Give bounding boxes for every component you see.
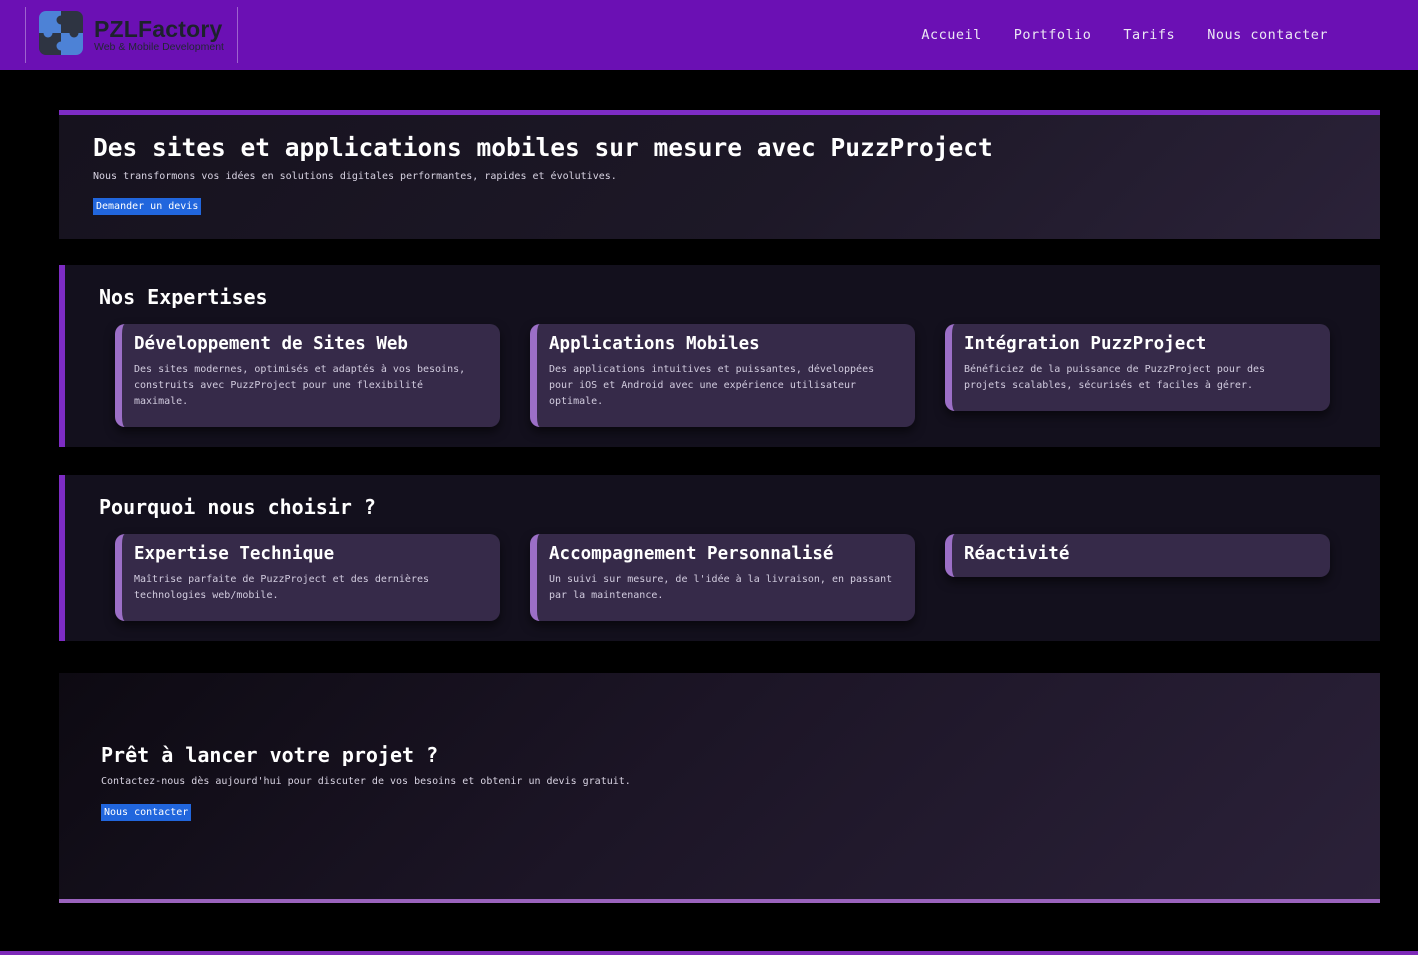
cta-subtitle: Contactez-nous dès aujourd'hui pour disc… (101, 775, 1340, 788)
expertises-title: Nos Expertises (99, 285, 1380, 309)
hero-section: Des sites et applications mobiles sur me… (59, 110, 1380, 239)
why-us-title: Pourquoi nous choisir ? (99, 495, 1380, 519)
card-applications-mobiles: Applications Mobiles Des applications in… (530, 324, 915, 427)
nav-item-nous-contacter[interactable]: Nous contacter (1207, 27, 1328, 43)
hero-cta-link[interactable]: Demander un devis (93, 198, 201, 215)
card-description: Maîtrise parfaite de PuzzProject et des … (134, 572, 482, 604)
puzzle-icon (39, 11, 83, 59)
card-integration-puzzproject: Intégration PuzzProject Bénéficiez de la… (945, 324, 1330, 411)
logo[interactable]: PZLFactory Web & Mobile Development (25, 7, 238, 63)
card-expertise-technique: Expertise Technique Maîtrise parfaite de… (115, 534, 500, 621)
main-nav: Accueil Portfolio Tarifs Nous contacter (921, 27, 1328, 43)
nav-item-portfolio[interactable]: Portfolio (1014, 27, 1092, 43)
site-header: PZLFactory Web & Mobile Development Accu… (0, 0, 1418, 70)
card-title: Applications Mobiles (549, 334, 897, 355)
card-accompagnement-personnalise: Accompagnement Personnalisé Un suivi sur… (530, 534, 915, 621)
card-description: Un suivi sur mesure, de l'idée à la livr… (549, 572, 897, 604)
footer-divider (0, 951, 1418, 955)
card-title: Expertise Technique (134, 544, 482, 565)
logo-title: PZLFactory (94, 17, 224, 41)
expertises-section: Nos Expertises Développement de Sites We… (59, 265, 1380, 447)
logo-subtitle: Web & Mobile Development (94, 41, 224, 53)
page-main: Des sites et applications mobiles sur me… (0, 110, 1418, 903)
nav-item-accueil[interactable]: Accueil (921, 27, 981, 43)
card-title: Accompagnement Personnalisé (549, 544, 897, 565)
card-description: Des sites modernes, optimisés et adaptés… (134, 362, 482, 410)
cta-contact-link[interactable]: Nous contacter (101, 804, 191, 821)
why-us-section: Pourquoi nous choisir ? Expertise Techni… (59, 475, 1380, 641)
expertises-cards: Développement de Sites Web Des sites mod… (115, 324, 1330, 427)
card-title: Réactivité (964, 544, 1312, 565)
card-title: Intégration PuzzProject (964, 334, 1312, 355)
card-description: Des applications intuitives et puissante… (549, 362, 897, 410)
card-developpement-sites-web: Développement de Sites Web Des sites mod… (115, 324, 500, 427)
hero-title: Des sites et applications mobiles sur me… (93, 133, 1340, 162)
cta-title: Prêt à lancer votre projet ? (101, 743, 1340, 767)
card-title: Développement de Sites Web (134, 334, 482, 355)
card-description: Bénéficiez de la puissance de PuzzProjec… (964, 362, 1312, 394)
card-reactivite: Réactivité (945, 534, 1330, 577)
nav-item-tarifs[interactable]: Tarifs (1123, 27, 1175, 43)
why-us-cards: Expertise Technique Maîtrise parfaite de… (115, 534, 1330, 621)
cta-section: Prêt à lancer votre projet ? Contactez-n… (59, 673, 1380, 903)
hero-subtitle: Nous transformons vos idées en solutions… (93, 170, 1340, 183)
